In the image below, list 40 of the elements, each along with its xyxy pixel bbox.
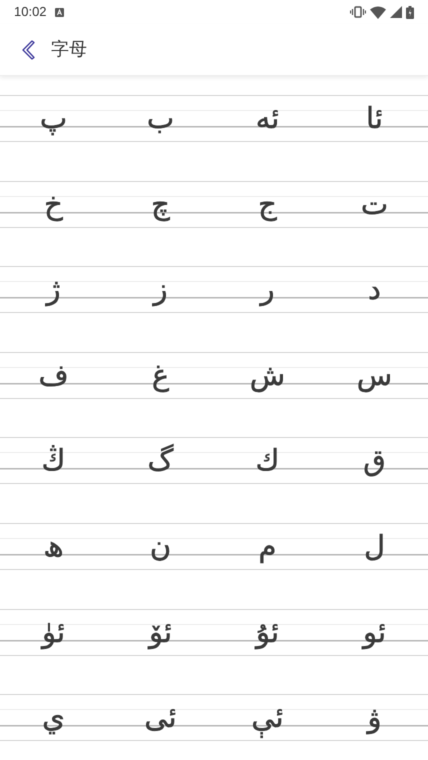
letter[interactable]: ن xyxy=(150,524,172,569)
battery-icon xyxy=(406,6,414,18)
letter[interactable]: ج xyxy=(258,182,277,227)
status-time: 10:02 xyxy=(14,3,47,22)
letter[interactable]: خ xyxy=(44,182,63,227)
letter[interactable]: ڭ xyxy=(42,438,66,484)
signal-icon xyxy=(390,6,402,18)
page-title: 字母 xyxy=(51,38,87,62)
letter[interactable]: ئى xyxy=(144,695,177,740)
letter[interactable]: ئو xyxy=(362,610,386,655)
letter[interactable]: ك xyxy=(256,438,280,484)
letter[interactable]: ئە xyxy=(256,96,280,141)
letter[interactable]: ت xyxy=(360,182,388,227)
letter[interactable]: ي xyxy=(42,695,65,740)
letter[interactable]: گ xyxy=(148,438,174,484)
letter[interactable]: پ xyxy=(40,96,68,141)
letter[interactable]: ئا xyxy=(366,96,383,141)
letter[interactable]: د xyxy=(368,267,381,312)
letter[interactable]: ق xyxy=(363,438,386,484)
letter[interactable]: ف xyxy=(38,352,69,398)
notification-icon xyxy=(54,8,64,16)
letter[interactable]: ۋ xyxy=(368,695,382,740)
letter[interactable]: ر xyxy=(260,267,275,312)
letter[interactable]: ب xyxy=(146,96,174,141)
letter[interactable]: ژ xyxy=(46,267,61,312)
letter[interactable]: چ xyxy=(151,182,170,227)
letter[interactable]: ھ xyxy=(43,524,64,569)
letter[interactable]: غ xyxy=(152,352,170,398)
letter[interactable]: ئۆ xyxy=(148,610,172,655)
letter[interactable]: م xyxy=(258,524,276,569)
letter[interactable]: ش xyxy=(250,352,286,398)
letter[interactable]: ل xyxy=(364,524,386,569)
letter[interactable]: ئۇ xyxy=(256,610,280,655)
back-icon[interactable] xyxy=(20,40,35,60)
vibrate-icon xyxy=(350,6,366,18)
letter[interactable]: ئۈ xyxy=(42,610,66,655)
letter[interactable]: ز xyxy=(154,267,168,312)
wifi-icon xyxy=(370,6,386,18)
letter[interactable]: س xyxy=(356,352,392,398)
letter[interactable]: ئې xyxy=(251,695,284,740)
